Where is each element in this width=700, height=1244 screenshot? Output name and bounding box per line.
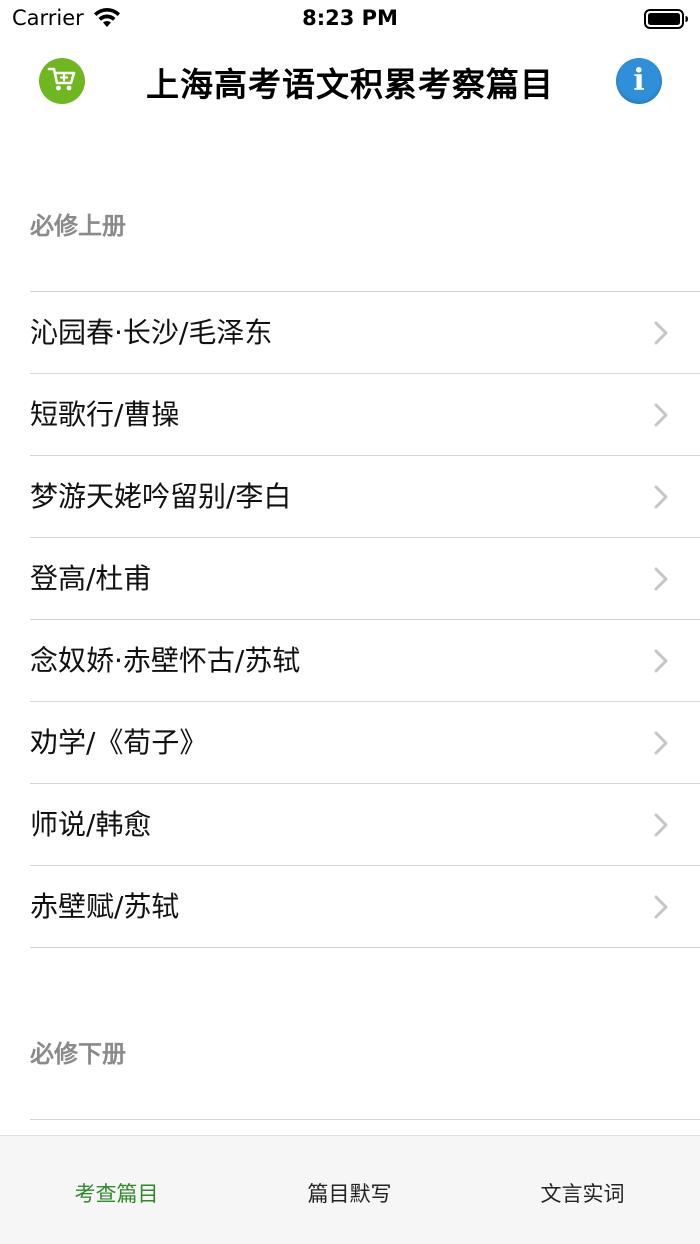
- list-item[interactable]: 短歌行/曹操: [30, 374, 700, 456]
- list-item-label: 短歌行/曹操: [30, 398, 180, 431]
- list-item-label: 登高/杜甫: [30, 562, 152, 595]
- list-item-label: 赤壁赋/苏轼: [30, 890, 180, 923]
- info-icon: i: [633, 63, 645, 98]
- status-time: 8:23 PM: [302, 6, 398, 30]
- cart-button[interactable]: [39, 58, 85, 104]
- status-bar: Carrier 8:23 PM: [0, 0, 700, 40]
- section-header: 必修下册: [30, 948, 700, 1120]
- tab-bar: 考查篇目 篇目默写 文言实词: [0, 1135, 700, 1244]
- chevron-right-icon: [654, 403, 668, 431]
- list-item[interactable]: 劝学/《荀子》: [30, 702, 700, 784]
- chevron-right-icon: [654, 649, 668, 677]
- list-item-label: 沁园春·长沙/毛泽东: [30, 316, 273, 349]
- chevron-right-icon: [654, 731, 668, 759]
- list-item[interactable]: 赤壁赋/苏轼: [30, 866, 700, 948]
- list-item[interactable]: 师说/韩愈: [30, 784, 700, 866]
- tab-articles[interactable]: 考查篇目: [0, 1136, 233, 1244]
- navigation-bar: 上海高考语文积累考察篇目 i: [0, 40, 700, 120]
- info-button[interactable]: i: [616, 58, 662, 104]
- shopping-cart-icon: [47, 65, 77, 97]
- tab-classical-words[interactable]: 文言实词: [466, 1136, 699, 1244]
- chevron-right-icon: [654, 813, 668, 841]
- list-item-label: 梦游天姥吟留别/李白: [30, 480, 292, 513]
- list-item-label: 师说/韩愈: [30, 808, 152, 841]
- list-item-label: 劝学/《荀子》: [30, 726, 208, 759]
- chevron-right-icon: [654, 321, 668, 349]
- list-item-label: 念奴娇·赤壁怀古/苏轼: [30, 644, 301, 677]
- section-title: 必修上册: [30, 212, 126, 240]
- battery-icon: [644, 8, 690, 34]
- list-item[interactable]: 念奴娇·赤壁怀古/苏轼: [30, 620, 700, 702]
- section-header: 必修上册: [30, 120, 700, 292]
- chevron-right-icon: [654, 895, 668, 923]
- section-title: 必修下册: [30, 1040, 126, 1068]
- chevron-right-icon: [654, 485, 668, 513]
- chevron-right-icon: [654, 567, 668, 595]
- article-list: 必修上册 沁园春·长沙/毛泽东 短歌行/曹操 梦游天姥吟留别/李白 登高/杜甫: [0, 120, 700, 1135]
- list-item[interactable]: 沁园春·长沙/毛泽东: [30, 292, 700, 374]
- page-title: 上海高考语文积累考察篇目: [146, 65, 554, 104]
- tab-dictation[interactable]: 篇目默写: [233, 1136, 466, 1244]
- app-screen: Carrier 8:23 PM 上海高考语文积累考察篇目 i 必修上册 沁园春·…: [0, 0, 700, 1244]
- list-item[interactable]: 登高/杜甫: [30, 538, 700, 620]
- list-item[interactable]: 梦游天姥吟留别/李白: [30, 456, 700, 538]
